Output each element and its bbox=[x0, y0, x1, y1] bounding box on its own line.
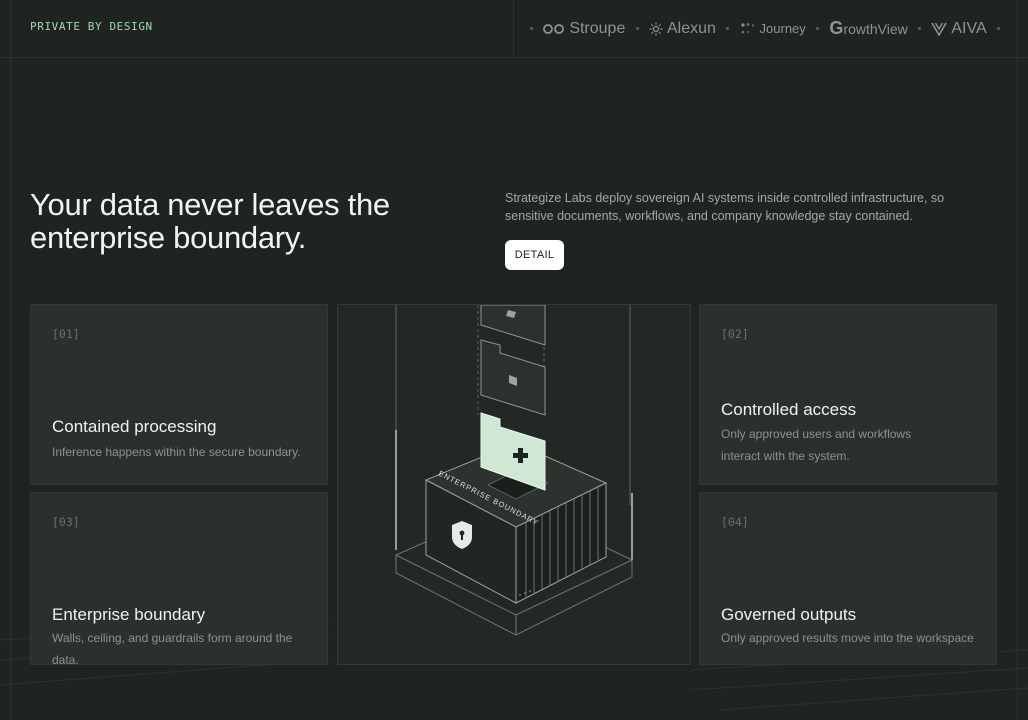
logo-alexun: Alexun bbox=[649, 20, 716, 38]
feature-card-controlled-access: [02] Controlled access Only approved use… bbox=[699, 304, 997, 485]
separator-dot bbox=[918, 27, 922, 30]
logo-growthview: G rowthView bbox=[829, 18, 907, 39]
feature-card-enterprise-boundary: [03] Enterprise boundary Walls, ceiling,… bbox=[30, 492, 328, 667]
separator-dot bbox=[726, 27, 730, 30]
separator-dot bbox=[996, 27, 1000, 30]
logo-stroupe-text: Stroupe bbox=[569, 19, 626, 37]
card-title: Enterprise boundary bbox=[52, 605, 206, 624]
logo-alexun-text: Alexun bbox=[666, 19, 716, 37]
card-subtitle: Walls, ceiling, and guardrails form arou… bbox=[52, 631, 293, 667]
logo-aiva: AIVA bbox=[931, 19, 987, 38]
detail-button[interactable]: DETAIL bbox=[505, 240, 564, 270]
g-letter-icon: G bbox=[829, 18, 844, 38]
boundary-illustration: ENTERPRISE BOUNDARY bbox=[337, 304, 691, 665]
top-divider bbox=[513, 0, 514, 57]
dots-icon bbox=[740, 22, 754, 33]
hero-description: Strategize Labs deploy sovereign AI syst… bbox=[505, 191, 945, 223]
folder-icon bbox=[480, 305, 546, 346]
logo-growthview-text: rowthView bbox=[843, 20, 908, 37]
logo-stroupe: Stroupe bbox=[543, 20, 625, 38]
card-number: [01] bbox=[52, 327, 80, 341]
hero-headline: Your data never leaves the enterprise bo… bbox=[30, 187, 390, 255]
logo-journey-text: Journey bbox=[759, 21, 806, 36]
aiva-mark-icon bbox=[931, 22, 948, 36]
section-tag: PRIVATE BY DESIGN bbox=[30, 20, 153, 33]
card-title: Governed outputs bbox=[721, 605, 857, 624]
separator-dot bbox=[816, 27, 820, 30]
card-number: [03] bbox=[52, 515, 80, 529]
feature-card-governed-outputs: [04] Governed outputs Only approved resu… bbox=[699, 492, 997, 665]
logo-aiva-text: AIVA bbox=[951, 19, 987, 37]
feature-card-contained-processing: [01] Contained processing Inference happ… bbox=[30, 304, 328, 485]
folder-stack bbox=[480, 305, 546, 491]
separator-dot bbox=[530, 27, 533, 30]
card-subtitle: Inference happens within the secure boun… bbox=[52, 445, 301, 459]
folder-icon bbox=[480, 339, 546, 416]
enterprise-boundary-diagram: ENTERPRISE BOUNDARY bbox=[394, 305, 634, 636]
card-number: [02] bbox=[721, 327, 749, 341]
card-subtitle: Only approved users and workflows intera… bbox=[721, 427, 912, 463]
top-bar: PRIVATE BY DESIGN Stroupe Alexun Journey… bbox=[0, 0, 1028, 58]
sun-icon bbox=[649, 22, 663, 35]
double-circle-icon bbox=[543, 23, 565, 34]
separator-dot bbox=[635, 27, 639, 30]
card-number: [04] bbox=[721, 515, 749, 529]
card-subtitle: Only approved results move into the work… bbox=[721, 631, 974, 645]
logo-journey: Journey bbox=[740, 21, 806, 36]
card-title: Contained processing bbox=[52, 417, 217, 436]
card-title: Controlled access bbox=[721, 400, 857, 419]
logo-strip: Stroupe Alexun Journey G rowthView AIVA bbox=[530, 0, 1000, 57]
